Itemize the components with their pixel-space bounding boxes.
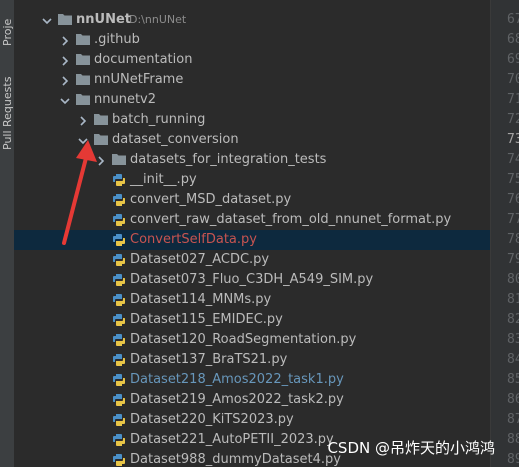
annotation-arrow-shaft (62, 156, 88, 245)
annotation-arrow (62, 140, 97, 245)
annotation-arrow-head (76, 140, 97, 162)
